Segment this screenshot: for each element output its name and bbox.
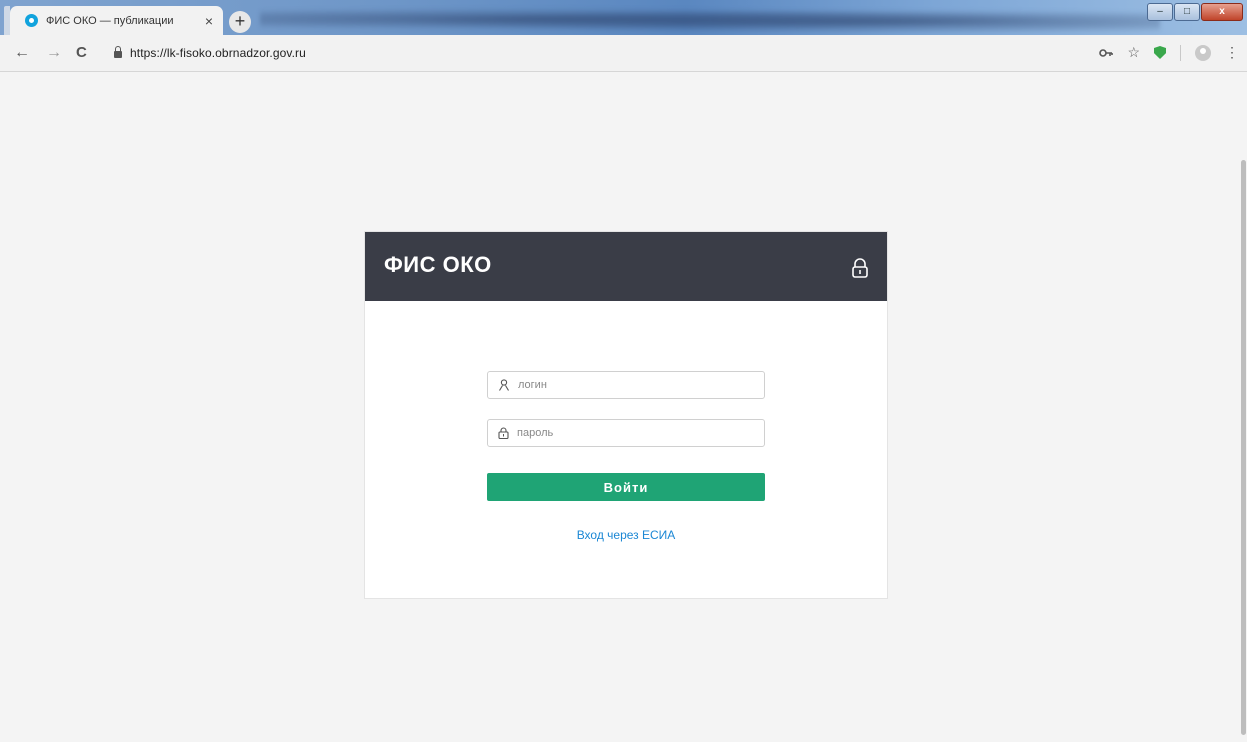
esia-login-link[interactable]: Вход через ЕСИА (365, 528, 887, 542)
shield-extension-icon[interactable] (1154, 46, 1166, 59)
tab-close-icon[interactable]: × (205, 13, 213, 29)
toolbar-actions: ☆ ⋮ (1099, 44, 1239, 61)
browser-tab[interactable]: ФИС ОКО — публикации × (10, 6, 223, 35)
profile-icon[interactable] (1195, 44, 1211, 61)
star-icon[interactable]: ☆ (1127, 44, 1140, 61)
window-titlebar: ФИС ОКО — публикации × + – □ x (0, 0, 1247, 35)
close-window-button[interactable]: x (1201, 3, 1243, 21)
url-text[interactable]: https://lk-fisoko.obrnadzor.gov.ru (130, 46, 306, 60)
back-arrow-icon[interactable]: ← (14, 44, 30, 62)
login-card: ФИС ОКО Войти Вход чере (364, 231, 888, 599)
toolbar-divider (1180, 44, 1181, 61)
menu-icon[interactable]: ⋮ (1225, 44, 1239, 61)
secure-lock-icon[interactable] (114, 46, 122, 58)
page-scrollbar[interactable] (1239, 72, 1247, 742)
reload-icon[interactable]: C (76, 44, 87, 61)
maximize-button[interactable]: □ (1174, 3, 1200, 21)
password-lock-icon (498, 427, 509, 439)
window-controls: – □ x (1147, 3, 1243, 21)
password-field[interactable] (487, 419, 765, 447)
titlebar-background (260, 6, 1160, 32)
scrollbar-thumb[interactable] (1241, 160, 1246, 735)
key-icon[interactable] (1099, 45, 1114, 61)
password-input[interactable] (515, 426, 759, 440)
site-favicon-icon (25, 14, 38, 27)
minimize-button[interactable]: – (1147, 3, 1173, 21)
address-bar[interactable]: https://lk-fisoko.obrnadzor.gov.ru (104, 40, 1234, 66)
submit-button[interactable]: Войти (487, 473, 765, 501)
browser-toolbar: ← → C https://lk-fisoko.obrnadzor.gov.ru… (0, 35, 1247, 72)
login-field[interactable] (487, 371, 765, 399)
login-input[interactable] (516, 378, 760, 392)
tab-title: ФИС ОКО — публикации (46, 14, 174, 27)
login-card-header: ФИС ОКО (365, 232, 887, 301)
user-icon (498, 379, 510, 391)
lock-icon (851, 258, 869, 283)
brand-title: ФИС ОКО (384, 252, 492, 277)
forward-arrow-icon[interactable]: → (46, 44, 62, 62)
new-tab-button[interactable]: + (229, 11, 251, 33)
